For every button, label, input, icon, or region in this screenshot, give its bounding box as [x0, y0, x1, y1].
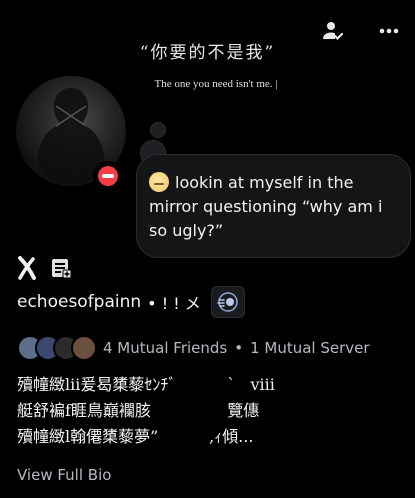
x-badge-icon[interactable] [16, 256, 38, 284]
pronouns: • ! ! メ [147, 294, 201, 313]
bio-text: 殰幢緻lii爰曷橥藜ｾﾝﾁﾞ ˋ viii 艇舒褊f睚鳥巔襴胲 覽僡 殰幢緻l翰僊橥… [17, 375, 275, 446]
quest-badge-icon[interactable] [50, 257, 72, 283]
more-dots-icon[interactable] [376, 18, 402, 44]
mutuals-row[interactable]: 4 Mutual Friends • 1 Mutual Server [17, 335, 370, 361]
name-row: echoesofpainn • ! ! メ [17, 286, 245, 318]
badge-list [16, 256, 72, 284]
nitro-orbit-icon[interactable] [210, 286, 245, 318]
separator: • [234, 339, 244, 357]
emoji-icon [149, 172, 169, 192]
view-full-bio-link[interactable]: View Full Bio [17, 466, 111, 484]
mutual-friends-count[interactable]: 4 Mutual Friends [103, 339, 227, 357]
bubble-tail-dot [150, 122, 166, 138]
custom-status-text: lookin at myself in the mirror questioni… [149, 172, 383, 240]
status-dnd-icon [93, 161, 123, 191]
custom-status-bubble[interactable]: lookin at myself in the mirror questioni… [136, 154, 411, 258]
mutual-friend-avatar [71, 335, 97, 361]
person-check-icon[interactable] [320, 18, 346, 44]
username[interactable]: echoesofpainn [17, 292, 141, 312]
mutual-servers-count[interactable]: 1 Mutual Server [250, 339, 369, 357]
banner-quote-chinese: “你要的不是我” [139, 43, 276, 63]
